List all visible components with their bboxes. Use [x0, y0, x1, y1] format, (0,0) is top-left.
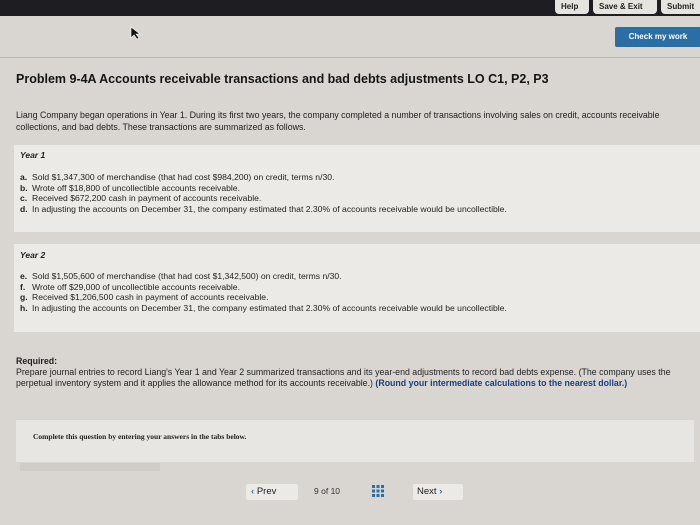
- rounding-note: (Round your intermediate calculations to…: [375, 378, 628, 389]
- check-my-work-button[interactable]: Check my work: [615, 27, 700, 47]
- prev-label: Prev: [256, 486, 277, 497]
- item-text: Wrote off $29,000 of uncollectible accou…: [32, 281, 240, 292]
- next-label: Next: [417, 486, 437, 497]
- item-letter: h.: [20, 303, 28, 314]
- current-page: 9: [314, 486, 319, 496]
- instructions-text: Complete this question by entering your …: [33, 432, 247, 441]
- list-item: c. Received $672,200 cash in payment of a…: [20, 193, 507, 204]
- submit-button[interactable]: Submit: [661, 0, 700, 14]
- prev-button[interactable]: ‹ Prev: [246, 484, 298, 500]
- year2-list: e. Sold $1,505,600 of merchandise (that h…: [20, 271, 507, 314]
- year1-list: a. Sold $1,347,300 of merchandise (that h…: [20, 172, 507, 215]
- list-item: a. Sold $1,347,300 of merchandise (that h…: [20, 172, 507, 183]
- item-text: Sold $1,347,300 of merchandise (that had…: [32, 172, 335, 182]
- required-section: Required: Prepare journal entries to rec…: [16, 356, 696, 390]
- page-indicator: 9 of 10: [314, 486, 340, 496]
- next-button[interactable]: Next ›: [413, 484, 463, 500]
- chevron-left-icon: ‹: [251, 486, 255, 497]
- year2-heading: Year 2: [20, 250, 46, 260]
- item-text: Wrote off $18,800 of uncollectible accou…: [32, 182, 240, 193]
- list-item: b. Wrote off $18,800 of uncollectible acc…: [20, 183, 507, 194]
- item-text: In adjusting the accounts on December 31…: [32, 303, 507, 314]
- list-item: f. Wrote off $29,000 of uncollectible acc…: [20, 282, 507, 293]
- problem-title: Problem 9-4A Accounts receivable transac…: [16, 72, 549, 86]
- year2-section: Year 2 e. Sold $1,505,600 of merchandise …: [14, 244, 700, 332]
- item-letter: c.: [20, 193, 28, 204]
- instructions-panel: Complete this question by entering your …: [16, 420, 694, 462]
- item-text: Received $672,200 cash in payment of acc…: [32, 193, 262, 204]
- item-letter: e.: [20, 271, 28, 281]
- item-text: In adjusting the accounts on December 31…: [32, 204, 507, 215]
- problem-intro: Liang Company began operations in Year 1…: [16, 110, 660, 132]
- item-text: Sold $1,505,600 of merchandise (that had…: [32, 271, 342, 281]
- page-of-label: of: [321, 486, 329, 496]
- item-text: Received $1,206,500 cash in payment of a…: [32, 292, 269, 303]
- header-divider: [0, 57, 700, 58]
- list-item: h. In adjusting the accounts on December …: [20, 303, 507, 314]
- list-item: g. Received $1,206,500 cash in payment of…: [20, 292, 507, 303]
- grid-view-icon[interactable]: [372, 485, 384, 497]
- year1-heading: Year 1: [20, 150, 46, 160]
- mouse-cursor-icon: [130, 26, 141, 40]
- list-item: e. Sold $1,505,600 of merchandise (that h…: [20, 271, 507, 282]
- item-letter: d.: [20, 204, 28, 215]
- chevron-right-icon: ›: [439, 486, 443, 497]
- item-letter: b.: [20, 182, 28, 193]
- required-heading: Required:: [16, 356, 58, 366]
- item-letter: g.: [20, 292, 28, 303]
- help-button[interactable]: Help: [555, 0, 589, 14]
- total-pages: 10: [330, 486, 341, 496]
- item-letter: f.: [20, 281, 26, 292]
- list-item: d. In adjusting the accounts on December …: [20, 204, 507, 215]
- answer-tabs[interactable]: [20, 463, 160, 471]
- year1-section: Year 1 a. Sold $1,347,300 of merchandise …: [14, 145, 700, 232]
- item-letter: a.: [20, 172, 28, 182]
- save-exit-button[interactable]: Save & Exit: [593, 0, 657, 14]
